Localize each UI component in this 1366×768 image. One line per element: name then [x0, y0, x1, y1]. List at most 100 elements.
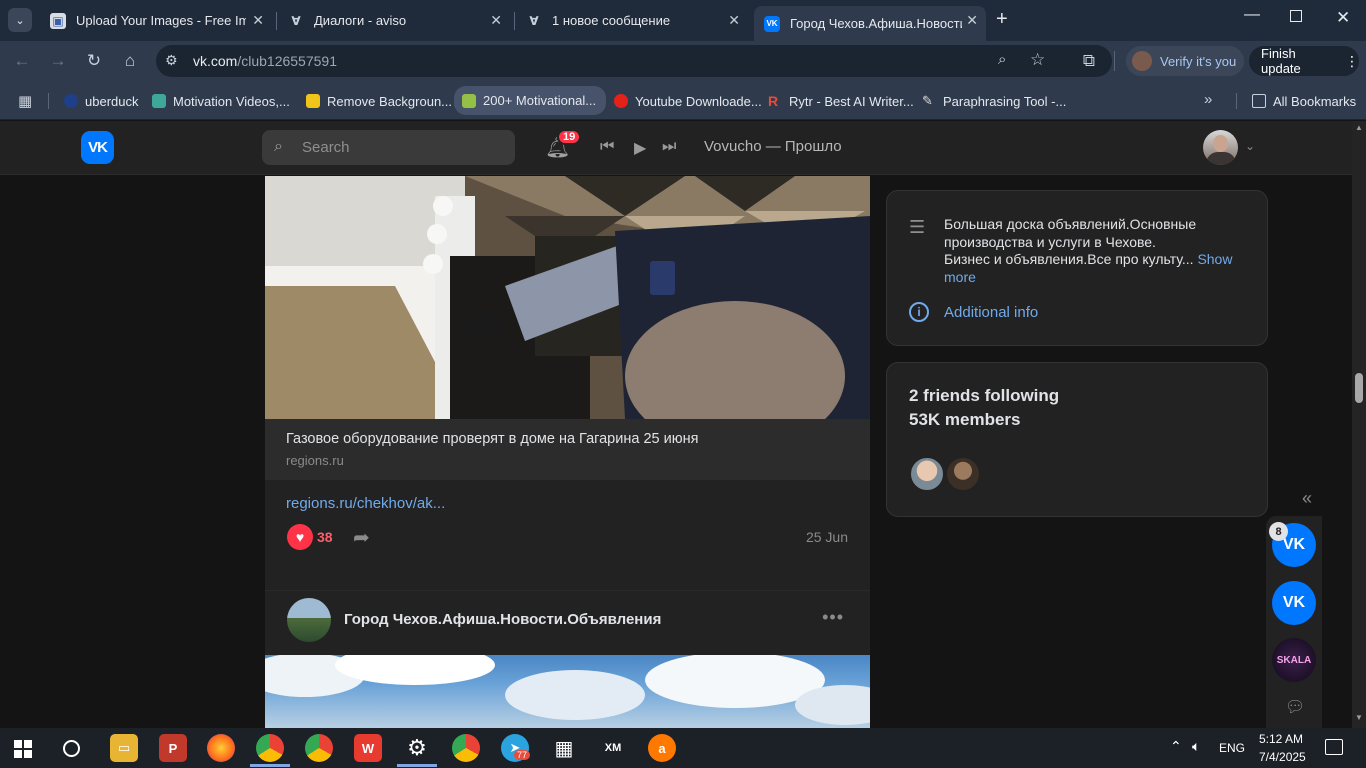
new-tab-button[interactable]: +: [996, 8, 1008, 31]
bookmark-motivation-videos[interactable]: Motivation Videos,...: [152, 91, 290, 111]
image-site-favicon-icon: ▣: [50, 12, 66, 29]
search-circle-icon[interactable]: [63, 740, 80, 757]
verify-profile-button[interactable]: Verify it's you: [1126, 46, 1244, 76]
input-language[interactable]: ENG: [1219, 741, 1245, 755]
post-link-url[interactable]: regions.ru/chekhov/ak...: [286, 495, 445, 512]
youtube-downloader-icon: [614, 94, 628, 108]
firefox-icon[interactable]: [207, 734, 235, 762]
community-name[interactable]: Город Чехов.Афиша.Новости.Объявления: [344, 611, 661, 628]
previous-track-icon[interactable]: ⏮︎: [600, 138, 614, 156]
extensions-puzzle-icon[interactable]: ⧉: [1077, 49, 1101, 73]
scrollbar-thumb[interactable]: [1355, 373, 1363, 403]
finish-update-label: Finish update: [1261, 46, 1301, 76]
close-tab-icon[interactable]: ✕: [490, 12, 502, 29]
bookmark-label: Youtube Downloade...: [635, 93, 762, 109]
vk-search-input[interactable]: ⌕ Search: [262, 130, 515, 165]
friends-following[interactable]: 2 friends following: [909, 386, 1059, 406]
post-date[interactable]: 25 Jun: [806, 529, 848, 545]
remove-bg-icon: [306, 94, 320, 108]
back-arrow-icon[interactable]: ←: [10, 49, 34, 73]
volume-speaker-icon[interactable]: 🔈︎: [1192, 738, 1200, 755]
now-playing-track[interactable]: Vovucho — Прошло: [704, 138, 842, 155]
page-scrollbar[interactable]: ▲ ▼: [1352, 121, 1366, 728]
calculator-icon[interactable]: ▦: [550, 734, 578, 762]
bookmark-200-motivational[interactable]: 200+ Motivational...: [454, 86, 607, 115]
close-window-icon[interactable]: ✕: [1336, 8, 1350, 28]
home-icon[interactable]: ⌂: [118, 49, 142, 73]
aviso-favicon-icon: ∀: [529, 13, 539, 28]
bookmark-star-icon[interactable]: ☆: [1030, 50, 1045, 70]
bookmark-paraphrasing-tool[interactable]: ✎ Paraphrasing Tool -...: [922, 91, 1066, 111]
forward-arrow-icon[interactable]: →: [46, 49, 70, 73]
tray-chevron-up-icon[interactable]: ⌃: [1170, 738, 1182, 755]
clock-time[interactable]: 5:12 AM: [1259, 732, 1303, 746]
share-arrow-icon[interactable]: ➦: [353, 525, 370, 550]
community-avatar[interactable]: [287, 598, 331, 642]
telegram-unread-badge: 77: [514, 750, 531, 760]
apps-grid-icon[interactable]: ▦: [18, 92, 32, 110]
tab-search-button[interactable]: ⌄: [8, 8, 32, 32]
chat-skala-avatar[interactable]: SKALA: [1272, 638, 1316, 682]
close-tab-icon[interactable]: ✕: [966, 12, 978, 29]
scroll-down-arrow-icon[interactable]: ▼: [1355, 713, 1363, 722]
bookmark-youtube-downloader[interactable]: Youtube Downloade...: [614, 91, 762, 111]
friend-avatar[interactable]: [909, 456, 945, 492]
vk-logo[interactable]: VK: [81, 131, 114, 164]
tab-vk-chekhov[interactable]: VK Город Чехов.Афиша.Новости.О ✕: [754, 6, 986, 41]
chrome-profile-icon[interactable]: [256, 734, 284, 762]
all-bookmarks-folder[interactable]: All Bookmarks: [1252, 91, 1356, 111]
active-app-indicator: [250, 764, 290, 767]
post-photo[interactable]: [265, 176, 870, 419]
chat-bubble-icon[interactable]: 💬︎: [1285, 697, 1305, 717]
minimize-window-icon[interactable]: —: [1244, 6, 1260, 24]
more-bookmarks-chevron-icon[interactable]: »: [1204, 91, 1212, 108]
friend-avatar[interactable]: [945, 456, 981, 492]
notification-center-icon[interactable]: [1325, 739, 1343, 755]
more-options-icon[interactable]: •••: [822, 607, 844, 628]
settings-gear-icon[interactable]: ⚙: [403, 734, 431, 762]
all-bookmarks-label: All Bookmarks: [1273, 93, 1357, 109]
link-preview[interactable]: Газовое оборудование проверят в доме на …: [265, 419, 870, 480]
members-count[interactable]: 53K members: [909, 410, 1021, 430]
tab-title: 1 новое сообщение: [552, 13, 671, 28]
close-tab-icon[interactable]: ✕: [728, 12, 740, 29]
additional-info-link[interactable]: Additional info: [944, 304, 1038, 321]
user-avatar[interactable]: [1203, 130, 1238, 165]
scroll-up-arrow-icon[interactable]: ▲: [1355, 123, 1363, 132]
chrome-icon[interactable]: [305, 734, 333, 762]
address-bar[interactable]: ⚙ vk.com/club126557591 ⌕ ☆: [156, 45, 1112, 77]
wps-office-icon[interactable]: W: [354, 734, 382, 762]
tab-aviso-dialogs[interactable]: ∀ Диалоги - aviso ✕: [278, 6, 510, 35]
close-tab-icon[interactable]: ✕: [252, 12, 264, 29]
like-heart-icon[interactable]: ♥: [287, 524, 313, 550]
bookmarks-divider: [1236, 93, 1237, 109]
bookmark-remove-background[interactable]: Remove Backgroun...: [306, 91, 452, 111]
profile-menu-chevron-icon[interactable]: ⌄: [1245, 139, 1255, 153]
url-path: /club126557591: [237, 53, 337, 69]
restore-window-icon[interactable]: [1290, 10, 1302, 22]
windows-start-icon[interactable]: [14, 740, 32, 758]
tab-upload-images[interactable]: ▣ Upload Your Images - Free Imag ✕: [40, 6, 272, 35]
bookmark-uberduck[interactable]: uberduck: [64, 91, 138, 111]
clock-date[interactable]: 7/4/2025: [1259, 750, 1306, 764]
chrome-alt-profile-icon[interactable]: [452, 734, 480, 762]
chat-vk-avatar[interactable]: VK: [1272, 581, 1316, 625]
zoom-icon[interactable]: ⌕: [998, 51, 1006, 68]
xm-trading-icon[interactable]: XM: [599, 734, 627, 762]
vk-favicon-icon: VK: [764, 15, 780, 32]
like-count[interactable]: 38: [317, 529, 333, 545]
tab-new-message[interactable]: ∀ 1 новое сообщение ✕: [516, 6, 748, 35]
site-info-icon[interactable]: ⚙: [165, 52, 178, 69]
bookmark-rytr[interactable]: R Rytr - Best AI Writer...: [768, 91, 914, 111]
avast-icon[interactable]: a: [648, 734, 676, 762]
info-circle-icon: i: [909, 302, 929, 322]
next-track-icon[interactable]: ⏭︎: [662, 138, 676, 156]
collapse-chats-icon[interactable]: «: [1302, 488, 1312, 509]
post-photo-sky[interactable]: [265, 655, 870, 728]
file-explorer-icon[interactable]: ▭: [110, 734, 138, 762]
bookmarks-divider: [48, 93, 49, 109]
reload-icon[interactable]: ↻: [82, 49, 106, 73]
pomodoro-app-icon[interactable]: P: [159, 734, 187, 762]
play-icon[interactable]: ▶: [634, 138, 646, 158]
finish-update-button[interactable]: Finish update ⋮: [1249, 46, 1359, 76]
